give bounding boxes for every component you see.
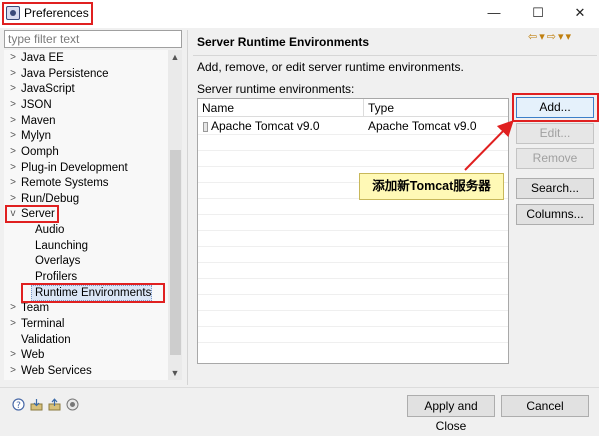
close-button[interactable]: ✕ — [569, 4, 591, 22]
tree-item-label: Oomph — [21, 146, 59, 158]
chevron-right-icon[interactable]: > — [8, 128, 18, 144]
grid-line — [198, 342, 508, 343]
page-title: Server Runtime Environments — [197, 35, 370, 49]
oomph-icon[interactable] — [66, 398, 79, 411]
tree-item-terminal[interactable]: > Terminal — [8, 316, 64, 332]
column-header-type[interactable]: Type — [364, 99, 508, 117]
chevron-right-icon[interactable]: > — [8, 66, 18, 82]
chevron-right-icon[interactable]: > — [8, 316, 18, 332]
row-name: Apache Tomcat v9.0 — [211, 119, 320, 133]
row-type: Apache Tomcat v9.0 — [368, 119, 477, 133]
tree-item-label: Profilers — [35, 271, 78, 283]
chevron-right-icon[interactable]: > — [8, 300, 18, 316]
runtime-list-label: Server runtime environments: — [197, 82, 355, 96]
tree-item-web-services[interactable]: > Web Services — [8, 363, 92, 379]
footer-separator — [0, 387, 599, 388]
tree-item-label: Web — [21, 349, 45, 361]
tree-item-label: Audio — [35, 224, 65, 236]
grid-line — [198, 150, 508, 151]
scroll-down-icon[interactable]: ▼ — [168, 368, 182, 378]
grid-line — [198, 166, 508, 167]
chevron-right-icon[interactable]: > — [8, 113, 18, 129]
history-nav-icons[interactable]: ⇦▾⇨▾▾ — [528, 30, 573, 43]
tree-item-java-persistence[interactable]: > Java Persistence — [8, 66, 109, 82]
tree-item-plugin-development[interactable]: > Plug-in Development — [8, 160, 128, 176]
export-icon[interactable] — [48, 398, 61, 411]
title-highlight-box — [2, 2, 93, 25]
grid-line — [198, 230, 508, 231]
import-icon[interactable] — [30, 398, 43, 411]
server-runtime-icon — [203, 122, 208, 132]
grid-line — [198, 294, 508, 295]
svg-text:?: ? — [16, 401, 21, 411]
chevron-right-icon[interactable]: > — [8, 97, 18, 113]
tree-item-validation[interactable]: Validation — [8, 332, 71, 348]
tree-item-label: Terminal — [21, 318, 65, 330]
tree-item-mylyn[interactable]: > Mylyn — [8, 128, 51, 144]
cancel-button[interactable]: Cancel — [501, 395, 589, 417]
filter-input[interactable] — [4, 30, 182, 48]
tree-item-label: Overlays — [35, 255, 81, 267]
grid-line — [198, 310, 508, 311]
minimize-button[interactable]: — — [483, 4, 505, 22]
columns-button[interactable]: Columns... — [516, 204, 594, 225]
add-button[interactable]: Add... — [516, 97, 594, 118]
grid-line — [198, 246, 508, 247]
tree-item-javascript[interactable]: > JavaScript — [8, 81, 75, 97]
server-highlight-box — [5, 205, 59, 223]
title-separator — [193, 55, 597, 56]
tree-item-audio[interactable]: Audio — [35, 222, 64, 238]
tree-item-maven[interactable]: > Maven — [8, 113, 56, 129]
grid-line — [198, 262, 508, 263]
tree-scroll-thumb[interactable] — [170, 150, 181, 355]
grid-line — [198, 134, 508, 135]
help-icon[interactable]: ? — [12, 398, 25, 411]
tree-item-label: Remote Systems — [21, 177, 109, 189]
tree-item-label: Java Persistence — [21, 68, 109, 80]
tree-item-label: Plug-in Development — [21, 162, 128, 174]
tree-item-oomph[interactable]: > Oomph — [8, 144, 59, 160]
tree-item-label: Java EE — [21, 52, 64, 64]
column-header-name[interactable]: Name — [198, 99, 364, 117]
tree-item-label: Mylyn — [21, 130, 52, 142]
chevron-right-icon[interactable]: > — [8, 347, 18, 363]
remove-button[interactable]: Remove — [516, 148, 594, 169]
search-button[interactable]: Search... — [516, 178, 594, 199]
tree-item-java-ee[interactable]: > Java EE — [8, 50, 64, 66]
tree-item-web[interactable]: > Web — [8, 347, 44, 363]
tree-item-label: Launching — [35, 240, 89, 252]
chevron-right-icon[interactable]: > — [8, 363, 18, 379]
grid-line — [198, 278, 508, 279]
tree-item-label: JSON — [21, 99, 52, 111]
maximize-button[interactable]: ☐ — [527, 4, 549, 22]
tree-item-launching[interactable]: Launching — [35, 238, 88, 254]
tree-item-label: Team — [21, 302, 50, 314]
chevron-right-icon[interactable]: > — [8, 144, 18, 160]
grid-line — [198, 214, 508, 215]
tree-item-json[interactable]: > JSON — [8, 97, 52, 113]
runtime-highlight-box — [21, 283, 165, 303]
chevron-right-icon[interactable]: > — [8, 175, 18, 191]
table-row[interactable]: Apache Tomcat v9.0 Apache Tomcat v9.0 — [198, 118, 508, 134]
tree-item-overlays[interactable]: Overlays — [35, 253, 80, 269]
tree-item-label: Web Services — [21, 365, 92, 377]
pane-splitter[interactable] — [187, 30, 188, 385]
scroll-up-icon[interactable]: ▲ — [168, 52, 182, 62]
tree-item-label: Validation — [21, 334, 71, 346]
chevron-right-icon[interactable]: > — [8, 81, 18, 97]
chevron-right-icon[interactable]: > — [8, 50, 18, 66]
tree-item-label: Run/Debug — [21, 193, 80, 205]
tree-item-remote-systems[interactable]: > Remote Systems — [8, 175, 109, 191]
tree-item-label: JavaScript — [21, 83, 75, 95]
chevron-right-icon[interactable]: > — [8, 160, 18, 176]
apply-and-close-button[interactable]: Apply and Close — [407, 395, 495, 433]
runtime-table[interactable]: Name Type Apache Tomcat v9.0 Apache Tomc… — [197, 98, 509, 364]
tree-item-label: Maven — [21, 115, 56, 127]
edit-button[interactable]: Edit... — [516, 123, 594, 144]
annotation-callout: 添加新Tomcat服务器 — [359, 173, 504, 200]
grid-line — [198, 326, 508, 327]
page-description: Add, remove, or edit server runtime envi… — [197, 60, 464, 74]
